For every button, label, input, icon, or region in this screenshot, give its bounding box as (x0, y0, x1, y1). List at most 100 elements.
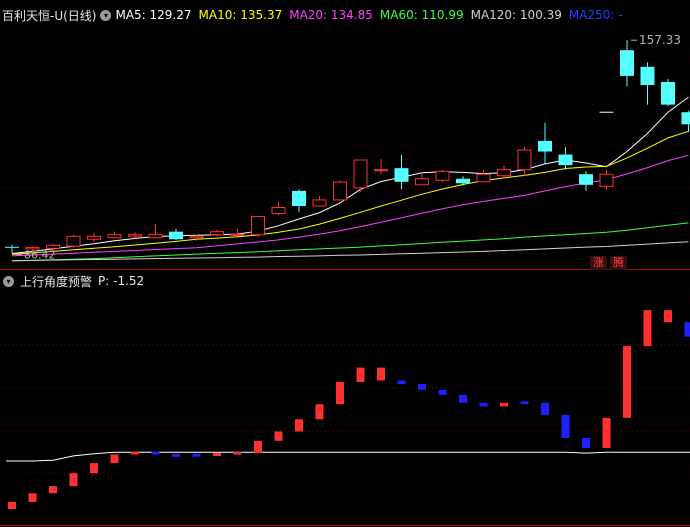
candle (640, 62, 655, 105)
candle-body (87, 235, 101, 240)
candle-body (620, 50, 634, 76)
candle (661, 78, 675, 107)
candle-body (456, 178, 470, 184)
indicator-param: P: -1.52 (98, 274, 145, 288)
indicator-bar (172, 453, 180, 457)
candle-body (312, 199, 327, 207)
candle-body (5, 246, 19, 248)
indicator-bar (356, 367, 365, 382)
candle (579, 171, 593, 191)
candle (107, 231, 122, 239)
candle (5, 245, 19, 253)
high-label: 157.33 (639, 33, 681, 47)
indicator-bar (664, 310, 672, 323)
indicator-bar (192, 453, 201, 457)
candle-body (230, 233, 245, 236)
candle-body (558, 154, 573, 166)
settings-circle-icon[interactable]: ▾ (100, 9, 112, 21)
ma-values: MA5: 129.27 MA10: 135.37 MA20: 134.85 MA60:… (115, 8, 629, 22)
candle (271, 201, 286, 216)
candle (497, 165, 511, 179)
candle-body (579, 174, 593, 185)
candle (333, 180, 347, 201)
indicator-bar (643, 310, 652, 347)
indicator-legend: ▾ 上行角度预警 P: -1.52 (0, 272, 148, 290)
candle-body (271, 207, 286, 215)
candle-body (333, 181, 347, 201)
candle (87, 232, 101, 243)
candle (599, 169, 614, 190)
candle (312, 196, 327, 207)
indicator-bar (684, 322, 690, 337)
candle (456, 176, 470, 186)
candle (558, 147, 573, 170)
ma-legend-1: MA10: 135.37 (198, 8, 283, 22)
indicator-bar (479, 402, 488, 407)
candle (128, 232, 142, 239)
candle-body (169, 231, 183, 240)
indicator-bar (90, 463, 98, 474)
candle (292, 189, 306, 213)
candle-body (251, 216, 265, 236)
indicator-bar (28, 493, 37, 502)
price-panel: 157.33 86.42 百利天恒-U(日线) ▾ MA5: 129.27 MA10… (0, 0, 690, 270)
price-legend: 百利天恒-U(日线) ▾ MA5: 129.27 MA10: 135.37 MA20… (0, 6, 630, 24)
candle-body (415, 178, 429, 186)
candle (394, 154, 409, 190)
indicator-bar (541, 402, 549, 415)
badge-teng[interactable]: 腾 (610, 256, 627, 270)
candle (415, 172, 429, 186)
candle-body (148, 233, 163, 239)
indicator-bar (500, 402, 508, 407)
ma-legend-0: MA5: 129.27 (115, 8, 192, 22)
candle-body (599, 173, 614, 187)
indicator-bar (561, 414, 570, 438)
candle (353, 159, 368, 192)
candle-body (374, 169, 388, 172)
indicator-bar (49, 486, 57, 494)
indicator-bar (418, 384, 426, 390)
candle-body (640, 66, 655, 85)
indicator-line (6, 451, 690, 462)
indicator-bar (377, 367, 385, 381)
candle-body (497, 169, 511, 177)
ma-legend-4: MA120: 100.39 (470, 8, 562, 22)
candle (251, 216, 265, 238)
candle (435, 169, 450, 182)
candle-body (189, 235, 204, 239)
indicator-bar (459, 394, 467, 403)
ma-legend-2: MA20: 134.85 (289, 8, 373, 22)
indicator-bar (233, 451, 242, 455)
candle (681, 110, 690, 132)
indicator-bar (623, 346, 631, 418)
indicator-bar (602, 417, 611, 449)
candle-body (661, 81, 675, 105)
indicator-bar (295, 419, 303, 432)
indicator-title: 上行角度预警 (20, 274, 93, 289)
candle (374, 159, 388, 175)
indicator-bar (582, 437, 590, 449)
badge-zhang[interactable]: 涨 (590, 256, 607, 270)
indicator-bar (315, 404, 324, 420)
indicator-bar (254, 440, 262, 454)
indicator-bar (336, 381, 344, 405)
candle (66, 234, 81, 248)
indicator-bar (131, 451, 139, 455)
candle-body (435, 170, 450, 181)
candle (148, 224, 163, 239)
candle-body (394, 168, 409, 182)
price-chart: 157.33 86.42 (0, 33, 690, 270)
candle-body (353, 159, 368, 189)
candle (517, 147, 532, 176)
candle-body (476, 173, 491, 183)
indicator-chart (0, 301, 690, 526)
indicator-bar (151, 451, 160, 455)
settings-circle-icon[interactable]: ▾ (3, 275, 14, 287)
indicator-bar (110, 454, 119, 464)
low-label: 86.42 (24, 249, 56, 262)
candle-body (107, 234, 122, 239)
indicator-bar (213, 452, 221, 456)
indicator-panel: ▾ 上行角度预警 P: -1.52 (0, 270, 690, 527)
candle-body (538, 140, 552, 152)
candle-body (517, 149, 532, 171)
